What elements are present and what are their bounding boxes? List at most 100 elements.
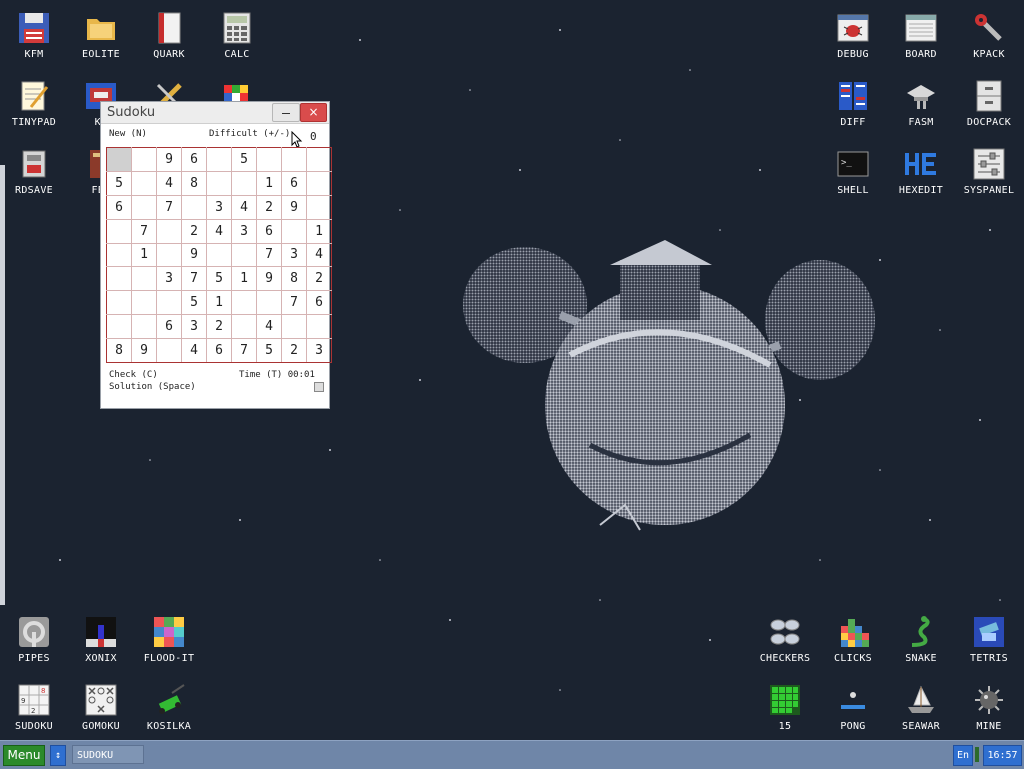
sudoku-cell[interactable]: 1: [206, 290, 232, 316]
desktop-icon-xonix[interactable]: XONIX: [67, 607, 135, 675]
desktop-icon-gomoku[interactable]: GOMOKU: [67, 675, 135, 743]
sudoku-cell[interactable]: [231, 170, 257, 196]
sudoku-cell[interactable]: [306, 314, 332, 339]
sudoku-cell[interactable]: [206, 170, 232, 196]
sudoku-cell[interactable]: 1: [231, 266, 257, 292]
clock[interactable]: 16:57: [983, 745, 1022, 766]
sudoku-cell[interactable]: [106, 242, 132, 268]
start-menu-button[interactable]: Menu: [3, 745, 45, 766]
sudoku-cell[interactable]: [206, 242, 232, 268]
desktop-icon-15[interactable]: 15: [751, 675, 819, 743]
sudoku-cell[interactable]: [156, 290, 182, 316]
sudoku-cell[interactable]: [281, 218, 307, 244]
desktop-icon-hexedit[interactable]: HEXEDIT: [887, 139, 955, 207]
desktop-icon-sudoku[interactable]: 892 SUDOKU: [0, 675, 68, 743]
sudoku-cell[interactable]: 4: [256, 314, 282, 339]
desktop-icon-pipes[interactable]: PIPES: [0, 607, 68, 675]
sudoku-cell[interactable]: 7: [131, 218, 157, 244]
sudoku-cell[interactable]: [156, 218, 182, 244]
sudoku-cell[interactable]: 6: [156, 314, 182, 339]
sudoku-cell[interactable]: [256, 290, 282, 316]
desktop-icon-checkers[interactable]: CHECKERS: [751, 607, 819, 675]
sudoku-cell[interactable]: 5: [206, 266, 232, 292]
sudoku-cell[interactable]: [131, 170, 157, 196]
sudoku-cell[interactable]: 3: [231, 218, 257, 244]
sudoku-cell[interactable]: 9: [156, 147, 182, 172]
desktop-icon-pong[interactable]: PONG: [819, 675, 887, 743]
desktop-icon-tinypad[interactable]: TINYPAD: [0, 71, 68, 139]
sudoku-cell[interactable]: 7: [156, 194, 182, 220]
sudoku-cell[interactable]: 3: [181, 314, 207, 339]
sudoku-cell[interactable]: [231, 314, 257, 339]
taskbar-item-sudoku[interactable]: SUDOKU: [72, 745, 144, 764]
desktop-icon-kpack[interactable]: KPACK: [955, 3, 1023, 71]
desktop-icon-tetris[interactable]: TETRIS: [955, 607, 1023, 675]
sudoku-cell[interactable]: [231, 290, 257, 316]
sudoku-cell[interactable]: 4: [206, 218, 232, 244]
desktop-icon-calc[interactable]: CALC: [203, 3, 271, 71]
sudoku-cell[interactable]: 4: [306, 242, 332, 268]
sudoku-cell[interactable]: 7: [231, 338, 257, 363]
sudoku-cell[interactable]: [106, 314, 132, 339]
desktop-icon-quark[interactable]: QUARK: [135, 3, 203, 71]
desktop-icon-syspanel[interactable]: SYSPANEL: [955, 139, 1023, 207]
sudoku-cell[interactable]: 2: [281, 338, 307, 363]
sudoku-cell[interactable]: [131, 194, 157, 220]
desktop-icon-docpack[interactable]: DOCPACK: [955, 71, 1023, 139]
sudoku-cell[interactable]: 8: [281, 266, 307, 292]
sudoku-cell[interactable]: 1: [131, 242, 157, 268]
sudoku-cell[interactable]: 9: [281, 194, 307, 220]
sudoku-cell[interactable]: [106, 218, 132, 244]
sudoku-cell[interactable]: 5: [106, 170, 132, 196]
sudoku-cell[interactable]: 9: [181, 242, 207, 268]
sudoku-cell[interactable]: 8: [106, 338, 132, 363]
sudoku-cell[interactable]: [306, 194, 332, 220]
sudoku-cell[interactable]: 9: [131, 338, 157, 363]
sudoku-cell[interactable]: 1: [306, 218, 332, 244]
sudoku-cell[interactable]: [106, 290, 132, 316]
difficulty-button[interactable]: Difficult (+/-): [209, 129, 290, 139]
desktop-icon-fasm[interactable]: FASM: [887, 71, 955, 139]
close-button[interactable]: ×: [300, 103, 327, 122]
resize-grip[interactable]: [314, 382, 324, 392]
desktop-icon-kfm[interactable]: KFM: [0, 3, 68, 71]
desktop-icon-seawar[interactable]: SEAWAR: [887, 675, 955, 743]
sudoku-cell[interactable]: 5: [256, 338, 282, 363]
sudoku-cell[interactable]: 4: [181, 338, 207, 363]
sudoku-cell[interactable]: 2: [306, 266, 332, 292]
sudoku-cell[interactable]: [106, 266, 132, 292]
sudoku-cell[interactable]: [106, 147, 132, 172]
sudoku-cell[interactable]: [281, 147, 307, 172]
sudoku-cell[interactable]: 6: [306, 290, 332, 316]
sudoku-cell[interactable]: 3: [156, 266, 182, 292]
sudoku-cell[interactable]: 7: [181, 266, 207, 292]
sudoku-cell[interactable]: 6: [106, 194, 132, 220]
sudoku-cell[interactable]: [306, 147, 332, 172]
sudoku-window[interactable]: Sudoku × New (N) Difficult (+/-) 0 96554…: [100, 101, 332, 409]
sudoku-cell[interactable]: [306, 170, 332, 196]
sudoku-cell[interactable]: [281, 314, 307, 339]
sudoku-cell[interactable]: 9: [256, 266, 282, 292]
sudoku-cell[interactable]: [206, 147, 232, 172]
sudoku-cell[interactable]: 3: [206, 194, 232, 220]
sudoku-grid[interactable]: 9655481667342972436119734375198251766324…: [106, 147, 332, 363]
sudoku-cell[interactable]: 3: [281, 242, 307, 268]
sudoku-cell[interactable]: 6: [206, 338, 232, 363]
desktop-icon-diff[interactable]: DIFF: [819, 71, 887, 139]
sudoku-cell[interactable]: 2: [181, 218, 207, 244]
sudoku-cell[interactable]: [156, 242, 182, 268]
sudoku-cell[interactable]: 1: [256, 170, 282, 196]
sudoku-cell[interactable]: 6: [181, 147, 207, 172]
sudoku-cell[interactable]: 4: [156, 170, 182, 196]
sudoku-cell[interactable]: 7: [281, 290, 307, 316]
sudoku-cell[interactable]: 3: [306, 338, 332, 363]
sudoku-cell[interactable]: 7: [256, 242, 282, 268]
sudoku-cell[interactable]: 4: [231, 194, 257, 220]
desktop-icon-flood-it[interactable]: FLOOD-IT: [135, 607, 203, 675]
minimize-button[interactable]: [272, 103, 300, 122]
desktop-icon-debug[interactable]: DEBUG: [819, 3, 887, 71]
desktop-icon-snake[interactable]: SNAKE: [887, 607, 955, 675]
sudoku-cell[interactable]: 2: [256, 194, 282, 220]
sudoku-cell[interactable]: [231, 242, 257, 268]
sudoku-cell[interactable]: 6: [256, 218, 282, 244]
